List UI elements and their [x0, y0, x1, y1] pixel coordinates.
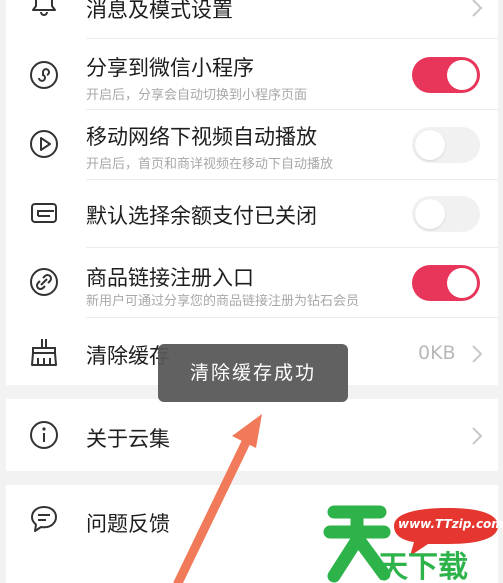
watermark-site: www.TTzip.com	[398, 517, 503, 531]
watermark-brand: 天下载	[378, 550, 468, 583]
watermark-logo	[323, 505, 498, 583]
